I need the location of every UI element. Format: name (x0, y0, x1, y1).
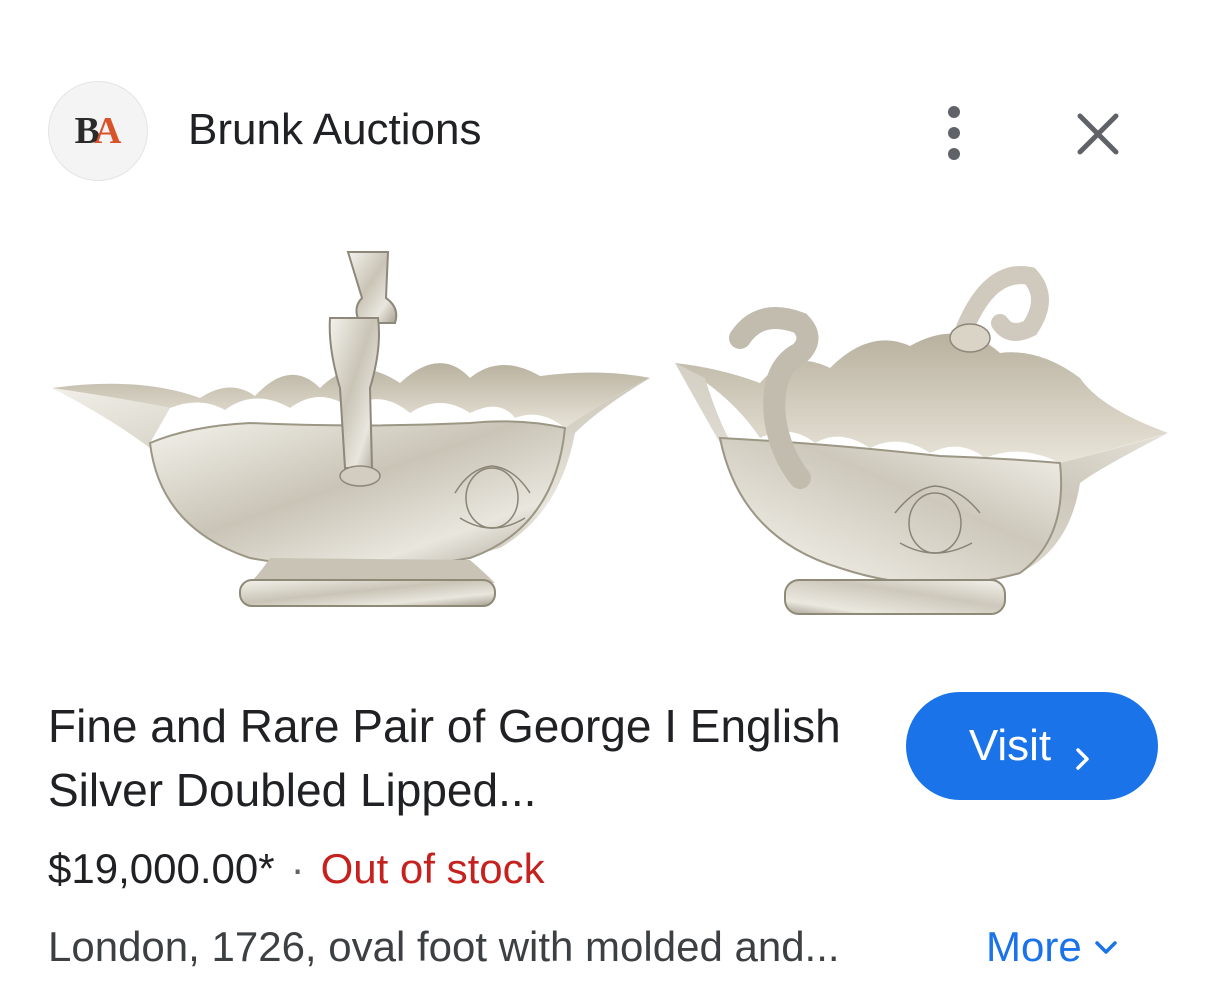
close-icon[interactable] (1072, 108, 1124, 160)
product-description: London, 1726, oval foot with molded and.… (48, 923, 840, 970)
price-line: $19,000.00* · Out of stock (48, 842, 545, 896)
source-logo: B A (48, 81, 148, 181)
more-button[interactable]: More (986, 920, 1120, 974)
product-title[interactable]: Fine and Rare Pair of George I English S… (48, 694, 848, 822)
stock-status: Out of stock (320, 845, 545, 892)
product-image[interactable] (0, 228, 1206, 638)
chevron-down-icon (1094, 941, 1117, 954)
more-vert-icon[interactable] (928, 104, 980, 164)
more-label: More (986, 923, 1082, 970)
source-name[interactable]: Brunk Auctions (188, 104, 482, 156)
header: B A Brunk Auctions (0, 0, 1206, 215)
sauce-boat-right (675, 266, 1168, 615)
chevron-right-icon (1069, 733, 1095, 770)
separator: · (290, 845, 305, 892)
price: $19,000.00* (48, 845, 275, 892)
sauce-boat-left (52, 251, 650, 607)
logo-letter-a: A (93, 110, 122, 152)
visit-button[interactable]: Visit (906, 692, 1158, 800)
logo-letter-b: B (74, 110, 100, 152)
visit-button-label: Visit (968, 721, 1052, 770)
